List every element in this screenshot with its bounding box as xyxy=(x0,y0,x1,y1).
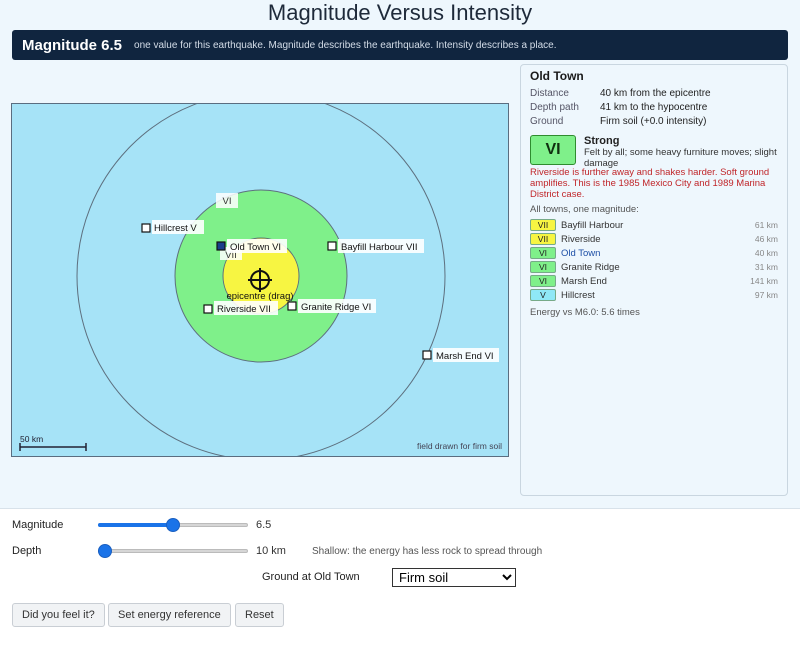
town-list-item[interactable]: VI Marsh End 141 km xyxy=(530,274,778,288)
depth-slider-thumb[interactable] xyxy=(98,544,112,558)
town-intensity: VI xyxy=(272,242,281,253)
depth-value: 10 km xyxy=(256,545,286,557)
town-marker-marsh-end[interactable]: Marsh End VI xyxy=(422,348,499,362)
town-list-name: Hillcrest xyxy=(561,289,595,301)
scale-label: 50 km xyxy=(20,434,44,444)
town-list-name: Granite Ridge xyxy=(561,261,620,273)
town-intensity: VI xyxy=(362,302,371,313)
town-list-distance: 31 km xyxy=(754,262,778,272)
town-list-distance: 141 km xyxy=(750,276,778,286)
field-ground: Ground Firm soil (+0.0 intensity) xyxy=(530,115,778,129)
town-list-distance: 61 km xyxy=(754,220,778,230)
magnitude-slider-thumb[interactable] xyxy=(166,518,180,532)
town-marker-granite-ridge[interactable]: Granite Ridge VI xyxy=(287,299,376,313)
town-list-name: Riverside xyxy=(561,233,601,245)
town-intensity: VI xyxy=(485,351,494,362)
town-list-distance: 46 km xyxy=(754,234,778,244)
intensity-summary: VI Strong Felt by all; some heavy furnit… xyxy=(530,135,778,169)
town-name: Riverside xyxy=(217,304,257,315)
town-intensity: V xyxy=(190,223,197,234)
field-value: 41 km to the hypocentre xyxy=(600,102,708,113)
town-name: Old Town xyxy=(230,242,269,253)
magnitude-heading: Magnitude 6.5 xyxy=(22,36,123,54)
energy-comparison: Energy vs M6.0: 5.6 times xyxy=(530,307,640,318)
banner-description: one value for this earthquake. Magnitude… xyxy=(134,39,557,51)
did-you-feel-it-button[interactable]: Did you feel it? xyxy=(12,603,105,627)
epicentre-label: epicentre (drag) xyxy=(226,291,293,302)
town-intensity: VII xyxy=(259,304,271,315)
soil-warning: Riverside is further away and shakes har… xyxy=(530,167,770,200)
town-name: Marsh End xyxy=(436,351,482,362)
town-list-item[interactable]: VI Old Town 40 km xyxy=(530,246,778,260)
town-intensity-badge: VI xyxy=(530,275,556,287)
magnitude-value: 6.5 xyxy=(256,519,272,531)
field-key: Distance xyxy=(530,88,569,99)
field-depth-path: Depth path 41 km to the hypocentre xyxy=(530,101,778,115)
town-list-name: Marsh End xyxy=(561,275,607,287)
magnitude-banner: Magnitude 6.5 one value for this earthqu… xyxy=(12,30,788,60)
town-intensity: VII xyxy=(406,242,418,253)
town-list-item[interactable]: VI Granite Ridge 31 km xyxy=(530,260,778,274)
town-name: Bayfill Harbour xyxy=(341,242,403,253)
town-list-item[interactable]: VII Bayfill Harbour 61 km xyxy=(530,218,778,232)
scale-bar xyxy=(19,443,87,451)
map-canvas: VI VII epicentre (drag) Hillcrest V Old … xyxy=(19,104,499,456)
field-key: Depth path xyxy=(530,102,579,113)
svg-text:Marsh End VI: Marsh End VI xyxy=(436,351,494,362)
town-marker-bayfill-harbour[interactable]: Bayfill Harbour VII xyxy=(327,239,424,253)
svg-text:Hillcrest V: Hillcrest V xyxy=(154,223,197,234)
field-value: Firm soil (+0.0 intensity) xyxy=(600,116,707,127)
magnitude-slider[interactable] xyxy=(98,518,248,532)
field-key: Ground xyxy=(530,116,564,127)
town-intensity-badge: VI xyxy=(530,261,556,273)
page-title: Magnitude Versus Intensity xyxy=(267,0,533,25)
town-info-panel: Old Town Distance 40 km from the epicent… xyxy=(520,64,788,496)
town-list-name: Old Town xyxy=(561,247,601,259)
field-value: 40 km from the epicentre xyxy=(600,88,711,99)
set-energy-reference-button[interactable]: Set energy reference xyxy=(108,603,231,627)
svg-text:Bayfill Harbour VII: Bayfill Harbour VII xyxy=(341,242,418,253)
town-list-name: Bayfill Harbour xyxy=(561,219,624,231)
field-distance: Distance 40 km from the epicentre xyxy=(530,87,778,101)
map-footnote: field drawn for firm soil xyxy=(416,441,502,451)
town-intensity-badge: VII xyxy=(530,219,556,231)
town-list: VII Bayfill Harbour 61 km VII Riverside 46 km… xyxy=(530,218,778,302)
svg-text:Old Town VI: Old Town VI xyxy=(230,242,281,253)
intensity-name: Strong xyxy=(584,135,620,147)
intensity-map[interactable]: VI VII epicentre (drag) Hillcrest V Old … xyxy=(11,103,509,457)
svg-text:Riverside VII: Riverside VII xyxy=(217,304,271,315)
reset-button[interactable]: Reset xyxy=(235,603,284,627)
town-list-item[interactable]: VII Riverside 46 km xyxy=(530,232,778,246)
town-marker-riverside[interactable]: Riverside VII xyxy=(203,301,278,315)
depth-label: Depth xyxy=(12,545,42,557)
panel-town-name: Old Town xyxy=(530,69,584,83)
town-marker-old-town[interactable]: Old Town VI xyxy=(216,239,287,253)
town-list-heading: All towns, one magnitude: xyxy=(530,204,639,215)
ground-label: Ground at Old Town xyxy=(262,571,360,583)
town-name: Granite Ridge xyxy=(301,302,360,313)
intensity-felt-description: Felt by all; some heavy furniture moves;… xyxy=(584,147,777,169)
depth-hint: Shallow: the energy has less rock to spr… xyxy=(312,546,543,557)
svg-text:Granite Ridge VI: Granite Ridge VI xyxy=(301,302,371,313)
ground-select[interactable]: Firm soil xyxy=(392,568,516,587)
town-list-distance: 40 km xyxy=(754,248,778,258)
depth-slider[interactable] xyxy=(98,544,248,558)
town-list-item[interactable]: V Hillcrest 97 km xyxy=(530,288,778,302)
zone-label-vi: VI xyxy=(223,196,232,207)
intensity-badge: VI xyxy=(530,135,576,165)
town-list-distance: 97 km xyxy=(754,290,778,300)
town-name: Hillcrest xyxy=(154,223,188,234)
town-intensity-badge: VII xyxy=(530,233,556,245)
magnitude-label: Magnitude xyxy=(12,519,64,531)
town-intensity-badge: VI xyxy=(530,247,556,259)
town-intensity-badge: V xyxy=(530,289,556,301)
